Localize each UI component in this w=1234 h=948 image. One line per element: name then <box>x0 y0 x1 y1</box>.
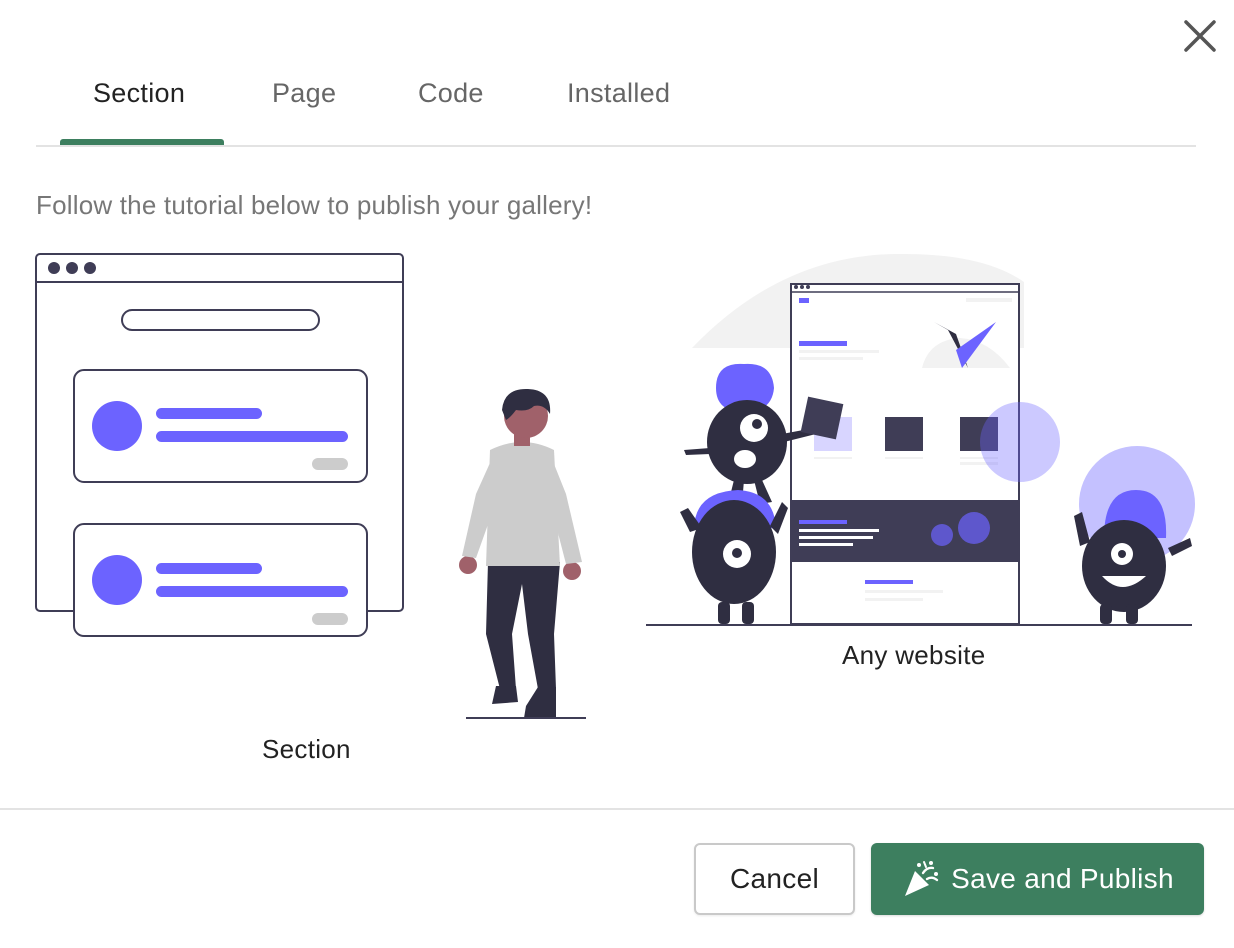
tab-code[interactable]: Code <box>418 78 484 109</box>
cancel-label: Cancel <box>730 863 819 894</box>
section-caption: Section <box>262 734 351 764</box>
save-and-publish-button[interactable]: Save and Publish <box>871 843 1204 915</box>
tab-page[interactable]: Page <box>272 78 336 109</box>
section-browser-illustration <box>35 253 404 637</box>
party-popper-icon <box>905 861 939 896</box>
footer-divider <box>0 808 1234 810</box>
website-caption: Any website <box>842 640 986 670</box>
close-icon <box>1184 20 1216 52</box>
tab-installed[interactable]: Installed <box>567 78 670 109</box>
active-tab-indicator <box>60 139 224 145</box>
cancel-button[interactable]: Cancel <box>694 843 855 915</box>
tab-section[interactable]: Section <box>93 78 185 109</box>
instructions-text: Follow the tutorial below to publish you… <box>36 190 593 220</box>
publish-label: Save and Publish <box>951 863 1174 894</box>
website-illustration <box>646 253 1195 626</box>
person-illustration <box>459 388 586 719</box>
close-button[interactable] <box>1178 14 1222 58</box>
tab-bar: Section Page Code Installed <box>36 70 1196 147</box>
